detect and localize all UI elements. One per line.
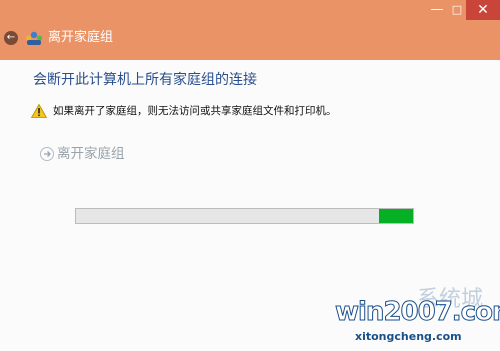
close-button[interactable]: ✕ bbox=[466, 0, 500, 20]
progress-bar bbox=[75, 208, 414, 224]
watermark-sub: xitongcheng.com bbox=[355, 330, 462, 343]
page-heading: 会断开此计算机上所有家庭组的连接 bbox=[33, 72, 257, 88]
arrow-right-icon bbox=[40, 147, 54, 161]
minimize-button[interactable]: — bbox=[428, 0, 446, 20]
arrow-left-icon: ← bbox=[6, 32, 16, 43]
watermark-main: win2007.com bbox=[334, 297, 500, 328]
progress-fill bbox=[379, 209, 413, 223]
back-button[interactable]: ← bbox=[4, 31, 18, 45]
leave-homegroup-label: 离开家庭组 bbox=[57, 146, 125, 162]
watermark-logo: 系统城 win2007.com xitongcheng.com bbox=[334, 287, 500, 351]
homegroup-icon bbox=[25, 31, 43, 45]
window-title: 离开家庭组 bbox=[48, 30, 114, 45]
maximize-button[interactable]: □ bbox=[448, 0, 466, 20]
title-bar: — □ ✕ ← 离开家庭组 bbox=[0, 0, 500, 60]
warning-triangle-icon bbox=[31, 104, 47, 118]
warning-text: 如果离开了家庭组，则无法访问或共享家庭组文件和打印机。 bbox=[53, 105, 337, 117]
